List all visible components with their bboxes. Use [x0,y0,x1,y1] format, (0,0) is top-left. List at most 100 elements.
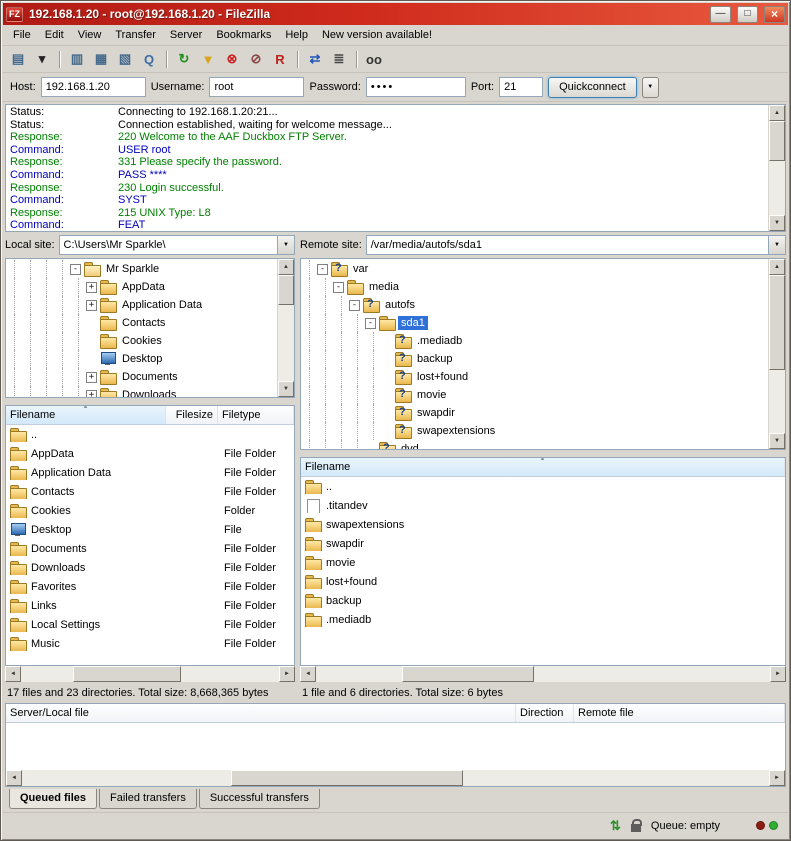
file-row-titandev[interactable]: .titandev [301,496,785,515]
combo-dropdown-icon[interactable]: ▼ [768,236,785,254]
local-site-combobox[interactable]: C:\Users\Mr Sparkle\ ▼ [59,235,295,255]
combo-dropdown-icon[interactable]: ▼ [277,236,294,254]
find-files-icon[interactable]: oo [363,49,385,70]
scroll-left-icon[interactable]: ◄ [6,770,22,786]
password-input[interactable] [366,77,466,97]
title-bar[interactable]: FZ 192.168.1.20 - root@192.168.1.20 - Fi… [3,3,788,25]
scrollbar-track[interactable] [278,275,294,381]
host-input[interactable] [41,77,146,97]
file-row-cookies[interactable]: CookiesFolder [6,501,294,520]
tree-item-backup[interactable]: ?backup [301,350,768,368]
column-header-filesize[interactable]: Filesize [166,406,218,424]
tree-item-mr-sparkle[interactable]: -Mr Sparkle [6,260,277,278]
menu-item-new-version-available[interactable]: New version available! [315,26,439,44]
menu-item-view[interactable]: View [71,26,109,44]
scroll-up-icon[interactable]: ▲ [769,259,785,275]
reconnect-icon[interactable]: R [269,49,291,70]
remote-tree-list-splitter[interactable] [300,450,786,457]
expand-icon[interactable]: + [86,390,97,398]
message-log[interactable]: Status:Connecting to 192.168.1.20:21...S… [5,104,786,232]
scrollbar-track[interactable] [769,275,785,433]
tree-item-contacts[interactable]: Contacts [6,314,277,332]
file-row-lost-found[interactable]: lost+found [301,572,785,591]
scroll-down-icon[interactable]: ▼ [769,433,785,449]
local-tree-scrollbar[interactable]: ▲ ▼ [277,259,294,397]
column-header-filetype[interactable]: Filetype [218,406,294,424]
directory-comparison-icon[interactable]: ⇄ [304,49,326,70]
tab-failed-transfers[interactable]: Failed transfers [99,789,197,809]
file-row-application-data[interactable]: Application DataFile Folder [6,463,294,482]
tab-queued-files[interactable]: Queued files [9,789,97,809]
queue-column-remote-file[interactable]: Remote file [574,704,785,722]
file-row-movie[interactable]: movie [301,553,785,572]
speed-limits-icon[interactable]: ⇅ [610,818,621,834]
scroll-down-icon[interactable]: ▼ [278,381,294,397]
scrollbar-thumb[interactable] [769,121,785,161]
expand-icon[interactable]: + [86,372,97,383]
tree-item-cookies[interactable]: Cookies [6,332,277,350]
queue-hscrollbar[interactable]: ◄ ► [6,770,785,786]
file-row-links[interactable]: LinksFile Folder [6,596,294,615]
minimize-button[interactable]: — [710,6,731,23]
file-row-desktop[interactable]: DesktopFile [6,520,294,539]
toggle-remote-tree-icon[interactable]: ▧ [114,49,136,70]
file-row-backup[interactable]: backup [301,591,785,610]
file-row-swapextensions[interactable]: swapextensions [301,515,785,534]
disconnect-icon[interactable]: ⊘ [245,49,267,70]
scrollbar-thumb[interactable] [402,666,534,682]
process-queue-icon[interactable]: ▼ [197,49,219,70]
quickconnect-button[interactable]: Quickconnect [548,77,637,98]
synchronized-browsing-icon[interactable]: ≣ [328,49,350,70]
collapse-icon[interactable]: - [70,264,81,275]
lock-icon[interactable] [631,824,641,832]
toggle-message-log-icon[interactable]: ▥ [66,49,88,70]
file-row-mediadb[interactable]: .mediadb [301,610,785,629]
menu-item-edit[interactable]: Edit [38,26,71,44]
scroll-left-icon[interactable]: ◄ [300,666,316,682]
scroll-up-icon[interactable]: ▲ [769,105,785,121]
file-row-favorites[interactable]: FavoritesFile Folder [6,577,294,596]
tree-item-documents[interactable]: +Documents [6,368,277,386]
file-row-item[interactable]: .. [6,425,294,444]
tree-item-lost-found[interactable]: ?lost+found [301,368,768,386]
menu-item-transfer[interactable]: Transfer [108,26,163,44]
queue-column-server-local-file[interactable]: Server/Local file [6,704,516,722]
scrollbar-thumb[interactable] [769,275,785,370]
menu-item-file[interactable]: File [6,26,38,44]
maximize-button[interactable]: □ [737,6,758,23]
expand-icon[interactable]: + [86,282,97,293]
collapse-icon[interactable]: - [317,264,328,275]
refresh-icon[interactable]: ↻ [173,49,195,70]
collapse-icon[interactable]: - [365,318,376,329]
remote-tree-scrollbar[interactable]: ▲ ▼ [768,259,785,449]
site-manager-icon[interactable]: ▤ [7,49,29,70]
tree-item-swapdir[interactable]: ?swapdir [301,404,768,422]
scrollbar-track[interactable] [21,666,279,682]
scrollbar-track[interactable] [316,666,770,682]
remote-list-hscrollbar[interactable]: ◄ ► [300,666,786,682]
toggle-local-tree-icon[interactable]: ▦ [90,49,112,70]
scroll-right-icon[interactable]: ► [769,770,785,786]
tree-item-appdata[interactable]: +AppData [6,278,277,296]
file-row-appdata[interactable]: AppDataFile Folder [6,444,294,463]
file-row-documents[interactable]: DocumentsFile Folder [6,539,294,558]
local-list-hscrollbar[interactable]: ◄ ► [5,666,295,682]
cancel-icon[interactable]: ⊗ [221,49,243,70]
tree-item-swapextensions[interactable]: ?swapextensions [301,422,768,440]
tree-item-desktop[interactable]: Desktop [6,350,277,368]
toggle-queue-icon[interactable]: Q [138,49,160,70]
tree-item-application-data[interactable]: +Application Data [6,296,277,314]
tree-item-var[interactable]: -?var [301,260,768,278]
tree-item-downloads[interactable]: +Downloads [6,386,277,397]
scroll-right-icon[interactable]: ► [279,666,295,682]
tree-item-movie[interactable]: ?movie [301,386,768,404]
file-row-swapdir[interactable]: swapdir [301,534,785,553]
tree-item-dvd[interactable]: ?dvd [301,440,768,449]
tree-item-media[interactable]: -media [301,278,768,296]
scrollbar-thumb[interactable] [278,275,294,305]
quickconnect-dropdown-icon[interactable]: ▼ [642,77,659,98]
file-row-music[interactable]: MusicFile Folder [6,634,294,653]
file-row-contacts[interactable]: ContactsFile Folder [6,482,294,501]
menu-item-help[interactable]: Help [278,26,315,44]
collapse-icon[interactable]: - [349,300,360,311]
